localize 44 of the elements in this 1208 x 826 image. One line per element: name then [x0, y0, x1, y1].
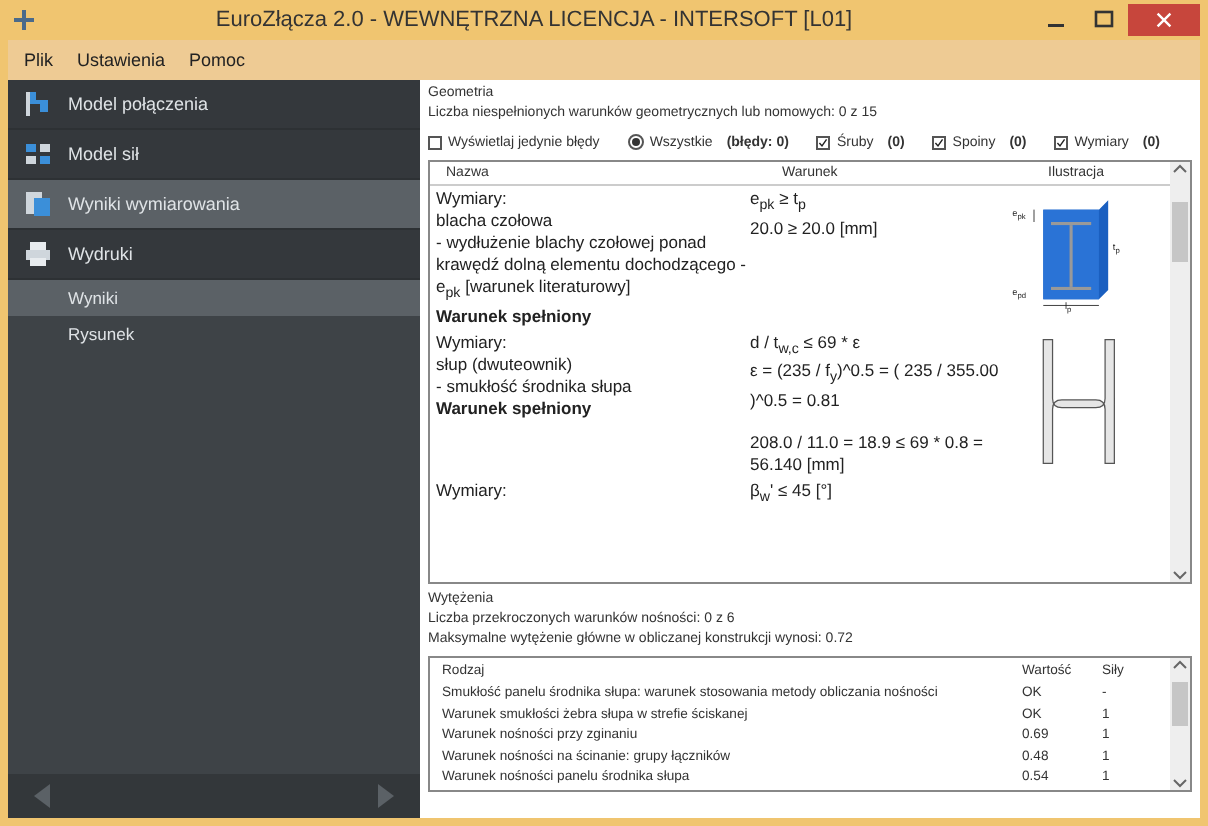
table-cell-text: blacha czołowa: [436, 210, 555, 232]
document-icon: [24, 190, 52, 218]
sidebar-item[interactable]: Wydruki: [8, 230, 420, 280]
sidebar-item[interactable]: Model połączenia: [8, 80, 420, 130]
scroll-up-icon[interactable]: [1172, 658, 1188, 674]
table-cell-text: d / t$_{w,c}$ ≤ 69 * ε: [750, 331, 863, 361]
sidebar-subitem[interactable]: Rysunek: [8, 316, 420, 352]
table-cell-text: - smukłość środnika słupa: [436, 375, 634, 398]
grid-icon: [24, 140, 52, 168]
table-cell: ε = (235 / f$_{y}$)^0.5 = ( 235 / 355.00 )^0.5 = 0.81: [750, 360, 1000, 413]
table-cell-text: słup (dwuteownik): [436, 353, 575, 376]
table-cell-text: Wymiary:: [436, 480, 509, 503]
sidebar-subitem[interactable]: Wyniki: [8, 280, 420, 316]
scroll-up-icon[interactable]: [1172, 162, 1188, 178]
checkbox[interactable]: [428, 135, 442, 149]
checkbox[interactable]: [1054, 135, 1069, 149]
close-icon: [1156, 12, 1172, 28]
checkbox[interactable]: [932, 135, 947, 149]
checkbox[interactable]: [816, 135, 831, 149]
table-cell-text: e$_{pk}$ ≥ t$_{p}$: [750, 188, 808, 218]
app-icon: [12, 8, 36, 32]
table-cell-text: 20.0 ≥ 20.0 [mm]: [750, 217, 880, 240]
result-text: Warunek spełniony: [436, 305, 594, 328]
sidebar-item[interactable]: Model sił: [8, 130, 420, 180]
table-cell-text: Wymiary:: [436, 188, 509, 210]
window-title: EuroZłącza 2.0 - WEWNĘTRZNA LICENCJA - INTERSOFT [L01]: [213, 8, 855, 32]
close-button[interactable]: [1128, 4, 1200, 36]
scroll-down-icon[interactable]: [1172, 774, 1188, 790]
printer-icon: [24, 240, 52, 268]
menu-item[interactable]: Ustawienia: [77, 50, 166, 70]
scrollbar[interactable]: [1170, 658, 1190, 790]
menu-item[interactable]: Plik: [24, 50, 54, 70]
scroll-down-icon[interactable]: [1172, 566, 1188, 582]
table-cell-text: - wydłużenie blachy czołowej ponad krawędź dolną elementu dochodzącego - e$_{pk}$ [warunek literaturowy]: [436, 232, 748, 306]
radio-button[interactable]: [627, 134, 644, 150]
menu-item[interactable]: Pomoc: [189, 50, 246, 70]
scroll-thumb[interactable]: [1172, 202, 1188, 262]
result-text: Warunek spełniony: [436, 397, 594, 420]
table-cell-text: Wymiary:: [436, 331, 509, 354]
sidebar-item[interactable]: Wyniki wymiarowania: [8, 180, 420, 230]
table-cell-text: β$_{w}$' ≤ 45 [°]: [750, 480, 834, 510]
joint-icon: [24, 90, 52, 118]
scrollbar[interactable]: [1170, 162, 1190, 582]
scroll-thumb[interactable]: [1172, 682, 1188, 726]
